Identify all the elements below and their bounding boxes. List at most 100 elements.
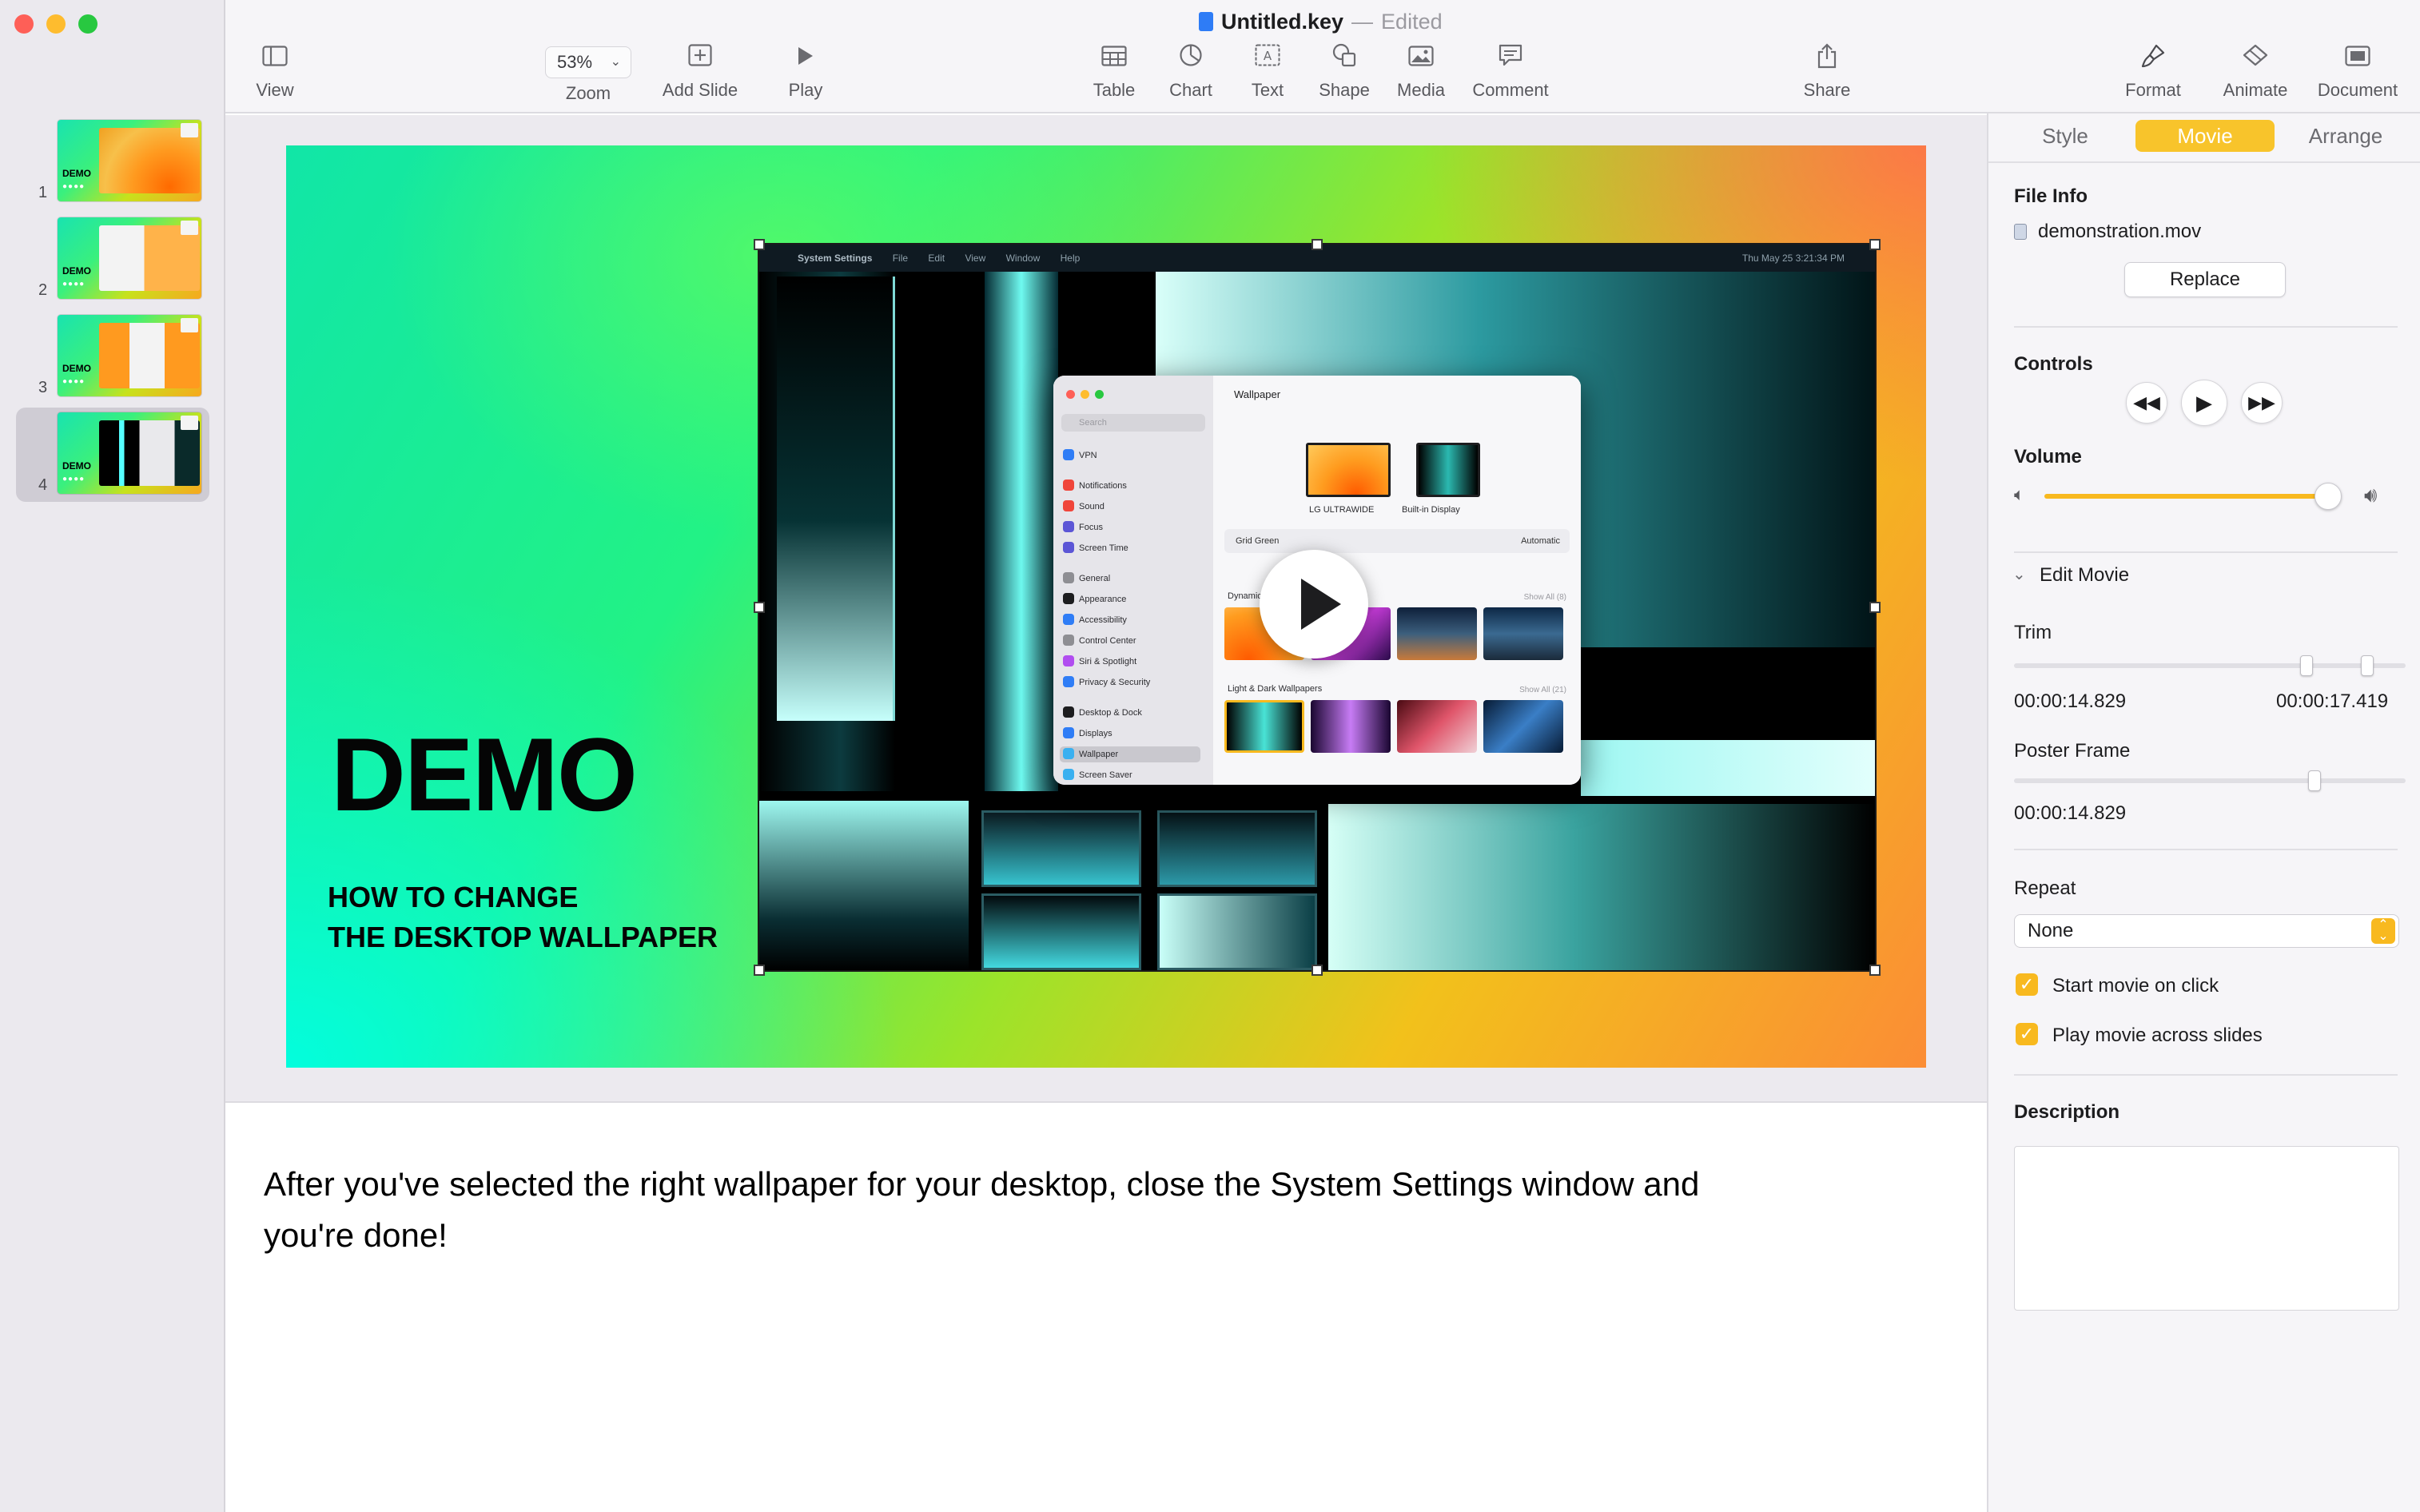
slide-title[interactable]: DEMO bbox=[331, 722, 638, 826]
chart-button[interactable]: Chart bbox=[1151, 43, 1231, 101]
tab-movie[interactable]: Movie bbox=[2135, 120, 2275, 152]
edit-movie-title[interactable]: Edit Movie bbox=[2040, 564, 2129, 587]
settings-item-label: VPN bbox=[1079, 451, 1097, 460]
volume-slider-track[interactable] bbox=[2044, 494, 2340, 499]
play-across-slides-label: Play movie across slides bbox=[2052, 1025, 2263, 1046]
slide-thumbnail-4[interactable]: 4 DEMO ●●●● bbox=[16, 408, 209, 502]
text-button[interactable]: A Text bbox=[1228, 43, 1308, 101]
slide-number: 3 bbox=[38, 379, 48, 396]
siri-icon bbox=[1063, 655, 1074, 666]
resize-handle-bottom-right[interactable] bbox=[1869, 965, 1881, 976]
movie-play-icon[interactable] bbox=[1260, 550, 1368, 659]
thumbnail-notes-marker bbox=[181, 123, 198, 137]
window-title: Untitled.key — Edited bbox=[1199, 10, 1443, 37]
fast-forward-button[interactable]: ▶▶ bbox=[2241, 382, 2283, 424]
minimize-window-button[interactable] bbox=[46, 14, 66, 34]
keynote-window: 1 DEMO ●●●● 2 DEMO ●●●● 3 DEMO ●●●● 4 DE… bbox=[0, 0, 2420, 1512]
slide-subtitle[interactable]: HOW TO CHANGE THE DESKTOP WALLPAPER bbox=[328, 877, 718, 957]
table-button[interactable]: Table bbox=[1074, 43, 1154, 101]
resize-handle-top[interactable] bbox=[1311, 239, 1323, 250]
rewind-button[interactable]: ◀◀ bbox=[2126, 382, 2167, 424]
section-divider bbox=[2014, 849, 2398, 850]
slide-navigator: 1 DEMO ●●●● 2 DEMO ●●●● 3 DEMO ●●●● 4 DE… bbox=[0, 0, 225, 1512]
thumbnail-title: DEMO bbox=[62, 168, 91, 179]
vpn-icon bbox=[1063, 449, 1074, 460]
wallpaper-panel bbox=[981, 810, 1141, 887]
resize-handle-top-left[interactable] bbox=[754, 239, 765, 250]
poster-frame-slider-track[interactable] bbox=[2014, 778, 2406, 783]
trim-slider-track[interactable] bbox=[2014, 663, 2406, 668]
document-label: Document bbox=[2317, 80, 2398, 100]
checkmark-icon: ✓ bbox=[2019, 974, 2035, 994]
slide-thumbnail-image: DEMO ●●●● bbox=[58, 217, 201, 299]
add-slide-button[interactable]: Add Slide bbox=[644, 43, 756, 101]
play-across-slides-checkbox[interactable]: ✓ bbox=[2016, 1023, 2038, 1045]
start-on-click-checkbox[interactable]: ✓ bbox=[2016, 973, 2038, 996]
resize-handle-bottom[interactable] bbox=[1311, 965, 1323, 976]
document-button[interactable]: Document bbox=[2310, 43, 2406, 101]
zoom-select[interactable]: 53% ⌄ bbox=[545, 46, 631, 78]
settings-close-dot bbox=[1066, 390, 1075, 399]
close-window-button[interactable] bbox=[14, 14, 34, 34]
current-slide[interactable]: DEMO HOW TO CHANGE THE DESKTOP WALLPAPER… bbox=[286, 145, 1926, 1068]
chevron-down-icon[interactable]: ⌄ bbox=[2012, 564, 2026, 584]
inspector-tabs: Style Movie Arrange bbox=[1988, 113, 2420, 163]
zoom-window-button[interactable] bbox=[78, 14, 98, 34]
media-button[interactable]: Media bbox=[1381, 43, 1461, 101]
tab-style[interactable]: Style bbox=[2009, 120, 2121, 152]
share-button[interactable]: Share bbox=[1787, 43, 1867, 101]
trim-start-handle[interactable] bbox=[2300, 655, 2313, 676]
share-label: Share bbox=[1803, 80, 1851, 100]
resize-handle-bottom-left[interactable] bbox=[754, 965, 765, 976]
play-label: Play bbox=[788, 80, 823, 100]
display-built-in-thumb bbox=[1416, 443, 1480, 497]
slide-subtitle-line-1: HOW TO CHANGE bbox=[328, 881, 579, 913]
movie-file-icon bbox=[2014, 224, 2027, 240]
animate-label: Animate bbox=[2223, 80, 2288, 100]
description-field[interactable] bbox=[2014, 1146, 2399, 1311]
privacy-icon bbox=[1063, 676, 1074, 687]
slide-thumbnail-1[interactable]: 1 DEMO ●●●● bbox=[16, 115, 209, 209]
poster-frame-handle[interactable] bbox=[2308, 770, 2321, 791]
wallpaper-thumb bbox=[1311, 700, 1391, 753]
movie-object[interactable]: System Settings File Edit View Window He… bbox=[758, 243, 1877, 972]
movie-play-button[interactable]: ▶ bbox=[2181, 380, 2227, 426]
comment-button[interactable]: Comment bbox=[1463, 43, 1558, 101]
slide-canvas: DEMO HOW TO CHANGE THE DESKTOP WALLPAPER… bbox=[225, 115, 1987, 1101]
settings-item: Accessibility bbox=[1063, 612, 1127, 628]
tab-arrange[interactable]: Arrange bbox=[2286, 120, 2406, 152]
trim-title: Trim bbox=[2014, 622, 2052, 643]
slide-number: 2 bbox=[38, 281, 48, 299]
view-button[interactable]: View bbox=[246, 43, 304, 101]
control-center-icon bbox=[1063, 635, 1074, 646]
replace-button[interactable]: Replace bbox=[2124, 262, 2286, 297]
repeat-select[interactable]: None ⌃ ⌄ bbox=[2014, 914, 2399, 948]
slide-thumbnail-2[interactable]: 2 DEMO ●●●● bbox=[16, 213, 209, 307]
settings-item-label: Displays bbox=[1079, 729, 1112, 738]
wallpaper-thumb bbox=[1483, 700, 1563, 753]
trim-end-handle[interactable] bbox=[2361, 655, 2374, 676]
wallpaper-panel bbox=[1157, 893, 1317, 970]
resize-handle-right[interactable] bbox=[1869, 602, 1881, 613]
settings-item-label: Sound bbox=[1079, 502, 1105, 511]
shape-button[interactable]: Shape bbox=[1304, 43, 1384, 101]
settings-search: Search bbox=[1061, 414, 1205, 432]
show-all-light-dark: Show All (21) bbox=[1519, 686, 1566, 694]
presenter-notes[interactable]: After you've selected the right wallpape… bbox=[225, 1101, 1987, 1512]
thumbnail-dots: ●●●● bbox=[62, 182, 86, 191]
volume-high-icon: 🔊︎ bbox=[2364, 483, 2378, 507]
animate-button[interactable]: Animate bbox=[2215, 43, 2295, 101]
presenter-notes-text[interactable]: After you've selected the right wallpape… bbox=[264, 1159, 1782, 1261]
resize-handle-top-right[interactable] bbox=[1869, 239, 1881, 250]
resize-handle-left[interactable] bbox=[754, 602, 765, 613]
sound-icon bbox=[1063, 500, 1074, 511]
settings-item-label: Desktop & Dock bbox=[1079, 708, 1142, 718]
slide-thumbnail-3[interactable]: 3 DEMO ●●●● bbox=[16, 310, 209, 404]
wallpaper-panel bbox=[777, 277, 895, 721]
rewind-icon: ◀◀ bbox=[2133, 392, 2160, 412]
play-button[interactable]: Play bbox=[766, 43, 846, 101]
settings-item: Control Center bbox=[1063, 633, 1136, 649]
settings-item: VPN bbox=[1063, 448, 1097, 464]
volume-slider-knob[interactable] bbox=[2315, 483, 2342, 510]
format-button[interactable]: Format bbox=[2102, 43, 2204, 101]
